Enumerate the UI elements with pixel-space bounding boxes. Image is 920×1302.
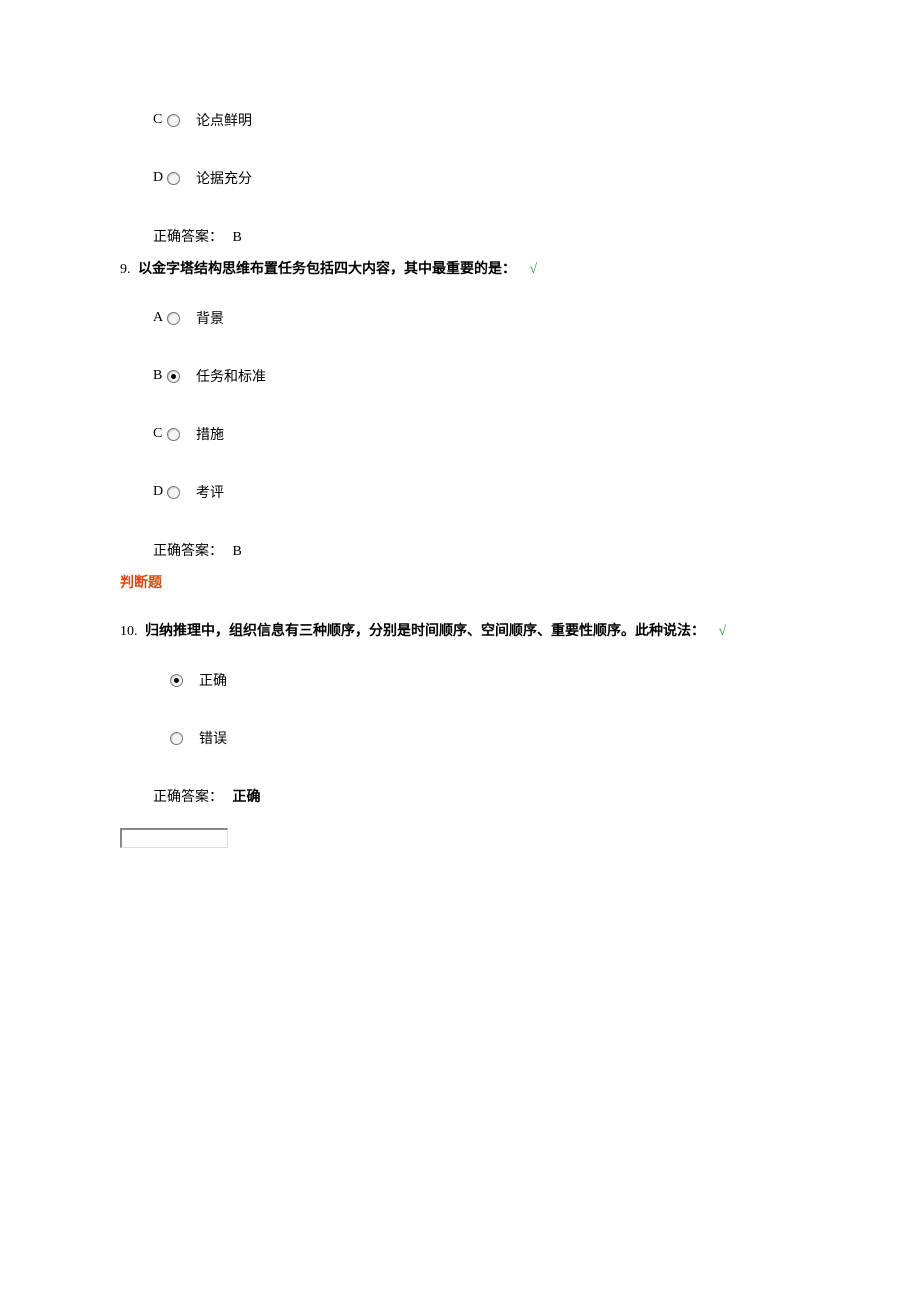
answer-label: 正确答案： — [153, 544, 223, 559]
radio-icon[interactable] — [167, 370, 180, 383]
check-icon: √ — [530, 262, 538, 277]
radio-icon[interactable] — [167, 114, 180, 127]
question-text: 以金字塔结构思维布置任务包括四大内容，其中最重要的是： — [138, 262, 516, 277]
radio-icon[interactable] — [167, 312, 180, 325]
correct-answer-row: 正确答案： B — [153, 540, 920, 560]
option-text: 论点鲜明 — [196, 110, 252, 130]
option-letter: B — [153, 368, 165, 384]
radio-icon[interactable] — [167, 428, 180, 441]
answer-value: B — [233, 544, 242, 559]
answer-label: 正确答案： — [153, 790, 223, 805]
option-text: 错误 — [199, 728, 227, 748]
question-text: 归纳推理中，组织信息有三种顺序，分别是时间顺序、空间顺序、重要性顺序。此种说法： — [145, 624, 705, 639]
radio-icon[interactable] — [170, 732, 183, 745]
question-10: 10. 归纳推理中，组织信息有三种顺序，分别是时间顺序、空间顺序、重要性顺序。此… — [120, 620, 920, 640]
option-row: B 任务和标准 — [153, 366, 920, 386]
option-letter: D — [153, 484, 165, 500]
option-text: 论据充分 — [196, 168, 252, 188]
check-icon: √ — [719, 624, 727, 639]
option-row: D 论据充分 — [153, 168, 920, 188]
radio-icon[interactable] — [167, 172, 180, 185]
radio-icon[interactable] — [170, 674, 183, 687]
option-letter: C — [153, 112, 165, 128]
tf-option-row: 正确 — [170, 670, 920, 690]
option-row: C 措施 — [153, 424, 920, 444]
section-header-truefalse: 判断题 — [120, 572, 920, 592]
radio-icon[interactable] — [167, 486, 180, 499]
answer-value: B — [233, 230, 242, 245]
option-row: A 背景 — [153, 308, 920, 328]
answer-value: 正确 — [233, 790, 261, 805]
question-9: 9. 以金字塔结构思维布置任务包括四大内容，其中最重要的是： √ — [120, 258, 920, 278]
text-input[interactable] — [120, 828, 228, 848]
option-text: 任务和标准 — [196, 366, 266, 386]
option-text: 正确 — [199, 670, 227, 690]
option-letter: A — [153, 310, 165, 326]
correct-answer-row: 正确答案： 正确 — [153, 786, 920, 806]
option-text: 考评 — [196, 482, 224, 502]
option-text: 措施 — [196, 424, 224, 444]
option-letter: D — [153, 170, 165, 186]
correct-answer-row: 正确答案： B — [153, 226, 920, 246]
exam-page: C 论点鲜明 D 论据充分 正确答案： B 9. 以金字塔结构思维布置任务包括四… — [0, 0, 920, 848]
question-number: 9. — [120, 262, 131, 277]
question-number: 10. — [120, 624, 138, 639]
answer-label: 正确答案： — [153, 230, 223, 245]
tf-option-row: 错误 — [170, 728, 920, 748]
option-letter: C — [153, 426, 165, 442]
option-text: 背景 — [196, 308, 224, 328]
option-row: C 论点鲜明 — [153, 110, 920, 130]
option-row: D 考评 — [153, 482, 920, 502]
